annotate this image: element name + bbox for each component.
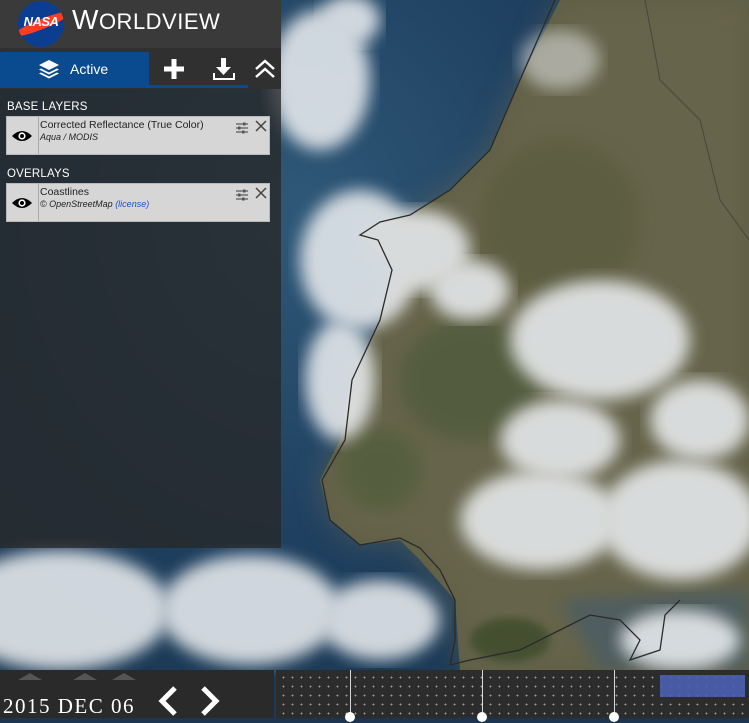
sliders-icon <box>236 122 248 134</box>
timeline-data-range[interactable] <box>660 675 745 697</box>
layer-item-corrected-reflectance[interactable]: Corrected Reflectance (True Color) Aqua … <box>6 116 270 155</box>
date-display[interactable]: 2015 DEC 06 <box>3 694 135 719</box>
add-layers-button[interactable] <box>161 56 187 82</box>
timeline: 2015 DEC 06 <box>0 670 749 722</box>
close-icon <box>255 187 267 199</box>
visibility-toggle[interactable] <box>7 184 39 221</box>
remove-layer-button[interactable] <box>254 119 268 138</box>
layer-options-button[interactable] <box>235 121 249 140</box>
eye-icon <box>12 131 32 141</box>
prev-day-button[interactable] <box>153 684 183 718</box>
tab-active-label: Active <box>70 61 109 77</box>
timeline-dot <box>345 712 355 722</box>
day-up-arrow[interactable] <box>112 673 136 680</box>
layer-source-text: Aqua / MODIS <box>40 132 99 142</box>
year-up-arrow[interactable] <box>18 673 42 680</box>
download-button[interactable] <box>211 56 237 82</box>
overlays-title: OVERLAYS <box>7 168 70 180</box>
app-header: NASA WORLDVIEW <box>0 0 281 48</box>
nasa-logo[interactable]: NASA <box>18 1 64 47</box>
layer-source-text: © OpenStreetMap <box>40 199 113 209</box>
timeline-tick <box>482 670 483 718</box>
layer-name: Corrected Reflectance (True Color) <box>40 119 204 131</box>
app-title-rest: ORLDVIEW <box>98 9 221 34</box>
sliders-icon <box>236 189 248 201</box>
visibility-toggle[interactable] <box>7 117 39 154</box>
layer-source: Aqua / MODIS <box>40 132 98 142</box>
tab-active[interactable]: Active <box>0 52 149 85</box>
eye-icon <box>12 198 32 208</box>
license-link[interactable]: (license) <box>115 199 149 209</box>
chevron-left-icon <box>158 686 177 716</box>
base-layers-title: BASE LAYERS <box>7 101 88 113</box>
chevron-right-icon <box>201 686 220 716</box>
timeline-tick <box>614 670 615 718</box>
collapse-sidebar-button[interactable] <box>252 56 278 82</box>
logo-text: NASA <box>23 14 59 29</box>
tab-underline <box>0 85 248 88</box>
month-up-arrow[interactable] <box>73 673 97 680</box>
layer-name: Coastlines <box>40 186 90 198</box>
layers-icon <box>38 59 60 84</box>
app-title: WORLDVIEW <box>72 4 220 36</box>
timeline-dot <box>477 712 487 722</box>
sidebar-tabbar: Active <box>0 48 281 89</box>
layers-sidebar: Active BASE LAYERS Corrected Reflectance… <box>0 48 281 548</box>
layer-item-coastlines[interactable]: Coastlines © OpenStreetMap (license) <box>6 183 270 222</box>
layer-options-button[interactable] <box>235 188 249 207</box>
collapse-icon <box>255 59 275 78</box>
date-selector: 2015 DEC 06 <box>0 670 274 718</box>
add-layers-icon <box>164 59 184 79</box>
close-icon <box>255 120 267 132</box>
app-title-initial: W <box>72 4 99 35</box>
layer-source: © OpenStreetMap (license) <box>40 199 149 209</box>
remove-layer-button[interactable] <box>254 186 268 205</box>
download-icon <box>213 58 235 80</box>
timeline-tick <box>350 670 351 718</box>
next-day-button[interactable] <box>195 684 225 718</box>
timeline-dot <box>609 712 619 722</box>
